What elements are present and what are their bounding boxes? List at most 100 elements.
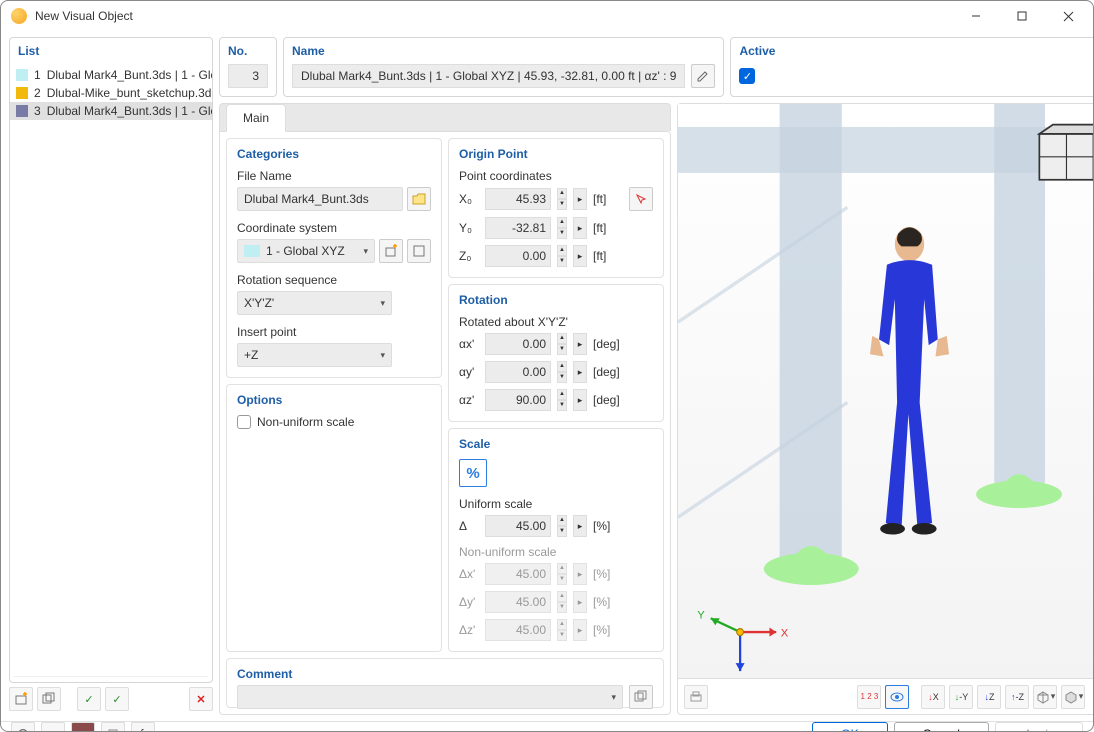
x-input[interactable]: 45.93 — [485, 188, 551, 210]
ay-spinner[interactable]: ▲▼ — [557, 361, 567, 383]
maximize-button[interactable] — [999, 1, 1045, 31]
uscale-more-button[interactable]: ▸ — [573, 515, 587, 537]
coords-label: Point coordinates — [459, 169, 653, 183]
check-button-2[interactable]: ✓ — [105, 687, 129, 711]
rotation-seq-value: X'Y'Z' — [244, 296, 274, 310]
minimize-button[interactable] — [953, 1, 999, 31]
file-name-value: Dlubal Mark4_Bunt.3ds — [244, 192, 369, 206]
ny-input: 45.00 — [485, 591, 551, 613]
uniform-scale-label: Uniform scale — [459, 497, 653, 511]
az-more-button[interactable]: ▸ — [573, 389, 587, 411]
help-button[interactable] — [11, 722, 35, 732]
vp-display-button[interactable] — [885, 685, 909, 709]
z-unit: [ft] — [593, 249, 606, 263]
x-spinner[interactable]: ▲▼ — [557, 188, 567, 210]
az-spinner[interactable]: ▲▼ — [557, 389, 567, 411]
list-item-number: 2 — [34, 86, 41, 100]
ny-more-button: ▸ — [573, 591, 587, 613]
comment-input[interactable]: ▾ — [237, 685, 623, 709]
color-swatch — [16, 69, 28, 81]
chevron-down-icon: ▾ — [611, 692, 616, 703]
no-label: No. — [220, 38, 276, 60]
3d-viewport[interactable]: X X Y Z — [678, 104, 1094, 678]
pick-point-button[interactable] — [629, 187, 653, 211]
list-item[interactable]: 3 Dlubal Mark4_Bunt.3ds | 1 - Glo — [10, 102, 212, 120]
uscale-spinner[interactable]: ▲▼ — [557, 515, 567, 537]
cs-value: 1 - Global XYZ — [266, 244, 345, 258]
viewport-toolbar: 1 2 3 ↓X ↓-Y ↓Z ↑-Z ▾ ▾ — [678, 678, 1094, 714]
edit-name-button[interactable] — [691, 64, 715, 88]
percent-mode-button[interactable]: % — [459, 459, 487, 487]
file-name-field[interactable]: Dlubal Mark4_Bunt.3ds — [237, 187, 403, 211]
rotation-seq-select[interactable]: X'Y'Z' ▾ — [237, 291, 392, 315]
insert-point-label: Insert point — [237, 325, 431, 339]
nonuniform-checkbox[interactable] — [237, 415, 251, 429]
list-item[interactable]: 2 Dlubal-Mike_bunt_sketchup.3d — [10, 84, 212, 102]
vp-view-z-button[interactable]: ↓Z — [977, 685, 1001, 709]
y-input[interactable]: -32.81 — [485, 217, 551, 239]
cs-edit-button[interactable] — [407, 239, 431, 263]
vp-iso-button[interactable]: ▾ — [1033, 685, 1057, 709]
nz-more-button: ▸ — [573, 619, 587, 641]
cancel-button[interactable]: Cancel — [894, 722, 989, 732]
color-button[interactable] — [71, 722, 95, 732]
z-input[interactable]: 0.00 — [485, 245, 551, 267]
nz-input: 45.00 — [485, 619, 551, 641]
ny-sym: Δy' — [459, 595, 479, 609]
name-label: Name — [284, 38, 723, 60]
close-button[interactable] — [1045, 1, 1091, 31]
ax-more-button[interactable]: ▸ — [573, 333, 587, 355]
y-spinner[interactable]: ▲▼ — [557, 217, 567, 239]
vp-view-x-button[interactable]: ↓X — [921, 685, 945, 709]
check-button-1[interactable]: ✓ — [77, 687, 101, 711]
nx-sym: Δx' — [459, 567, 479, 581]
titlebar: New Visual Object — [1, 1, 1093, 31]
vp-print-button[interactable] — [684, 685, 708, 709]
nz-sym: Δz' — [459, 623, 479, 637]
comment-title: Comment — [237, 667, 653, 681]
uscale-input[interactable]: 45.00 — [485, 515, 551, 537]
rotation-about-label: Rotated about X'Y'Z' — [459, 315, 653, 329]
extra-button-1[interactable] — [101, 722, 125, 732]
list-title: List — [10, 38, 212, 64]
nx-unit: [%] — [593, 567, 610, 581]
comment-library-button[interactable] — [629, 685, 653, 709]
y-more-button[interactable]: ▸ — [573, 217, 587, 239]
list-item-label: Dlubal Mark4_Bunt.3ds | 1 - Glo — [47, 68, 212, 82]
ax-input[interactable]: 0.00 — [485, 333, 551, 355]
z-label: Z₀ — [459, 249, 479, 263]
ay-more-button[interactable]: ▸ — [573, 361, 587, 383]
nonuniform-label: Non-uniform scale — [257, 415, 354, 429]
vp-view-y-button[interactable]: ↓-Y — [949, 685, 973, 709]
vp-view-nz-button[interactable]: ↑-Z — [1005, 685, 1029, 709]
new-item-button[interactable] — [9, 687, 33, 711]
browse-file-button[interactable] — [407, 187, 431, 211]
delete-item-button[interactable]: ✕ — [189, 687, 213, 711]
tab-main[interactable]: Main — [226, 104, 286, 132]
insert-point-select[interactable]: +Z▾ — [237, 343, 392, 367]
name-input[interactable]: Dlubal Mark4_Bunt.3ds | 1 - Global XYZ |… — [292, 64, 685, 88]
copy-item-button[interactable] — [37, 687, 61, 711]
origin-title: Origin Point — [459, 147, 653, 161]
cs-label: Coordinate system — [237, 221, 431, 235]
no-input[interactable]: 3 — [228, 64, 268, 88]
cs-new-button[interactable] — [379, 239, 403, 263]
ax-spinner[interactable]: ▲▼ — [557, 333, 567, 355]
x-more-button[interactable]: ▸ — [573, 188, 587, 210]
vp-numbers-button[interactable]: 1 2 3 — [857, 685, 881, 709]
az-input[interactable]: 90.00 — [485, 389, 551, 411]
cs-select[interactable]: 1 - Global XYZ ▾ — [237, 239, 375, 263]
ok-button[interactable]: OK — [812, 722, 887, 732]
vp-iso2-button[interactable]: ▾ — [1061, 685, 1085, 709]
chevron-down-icon: ▾ — [380, 298, 385, 309]
nx-spinner: ▲▼ — [557, 563, 567, 585]
extra-button-2[interactable]: fx — [131, 722, 155, 732]
nonuniform-scale-label: Non-uniform scale — [459, 545, 653, 559]
ay-input[interactable]: 0.00 — [485, 361, 551, 383]
ny-unit: [%] — [593, 595, 610, 609]
active-checkbox[interactable]: ✓ — [739, 68, 755, 84]
z-more-button[interactable]: ▸ — [573, 245, 587, 267]
units-button[interactable]: 0,00 — [41, 722, 65, 732]
list-item[interactable]: 1 Dlubal Mark4_Bunt.3ds | 1 - Glo — [10, 66, 212, 84]
z-spinner[interactable]: ▲▼ — [557, 245, 567, 267]
